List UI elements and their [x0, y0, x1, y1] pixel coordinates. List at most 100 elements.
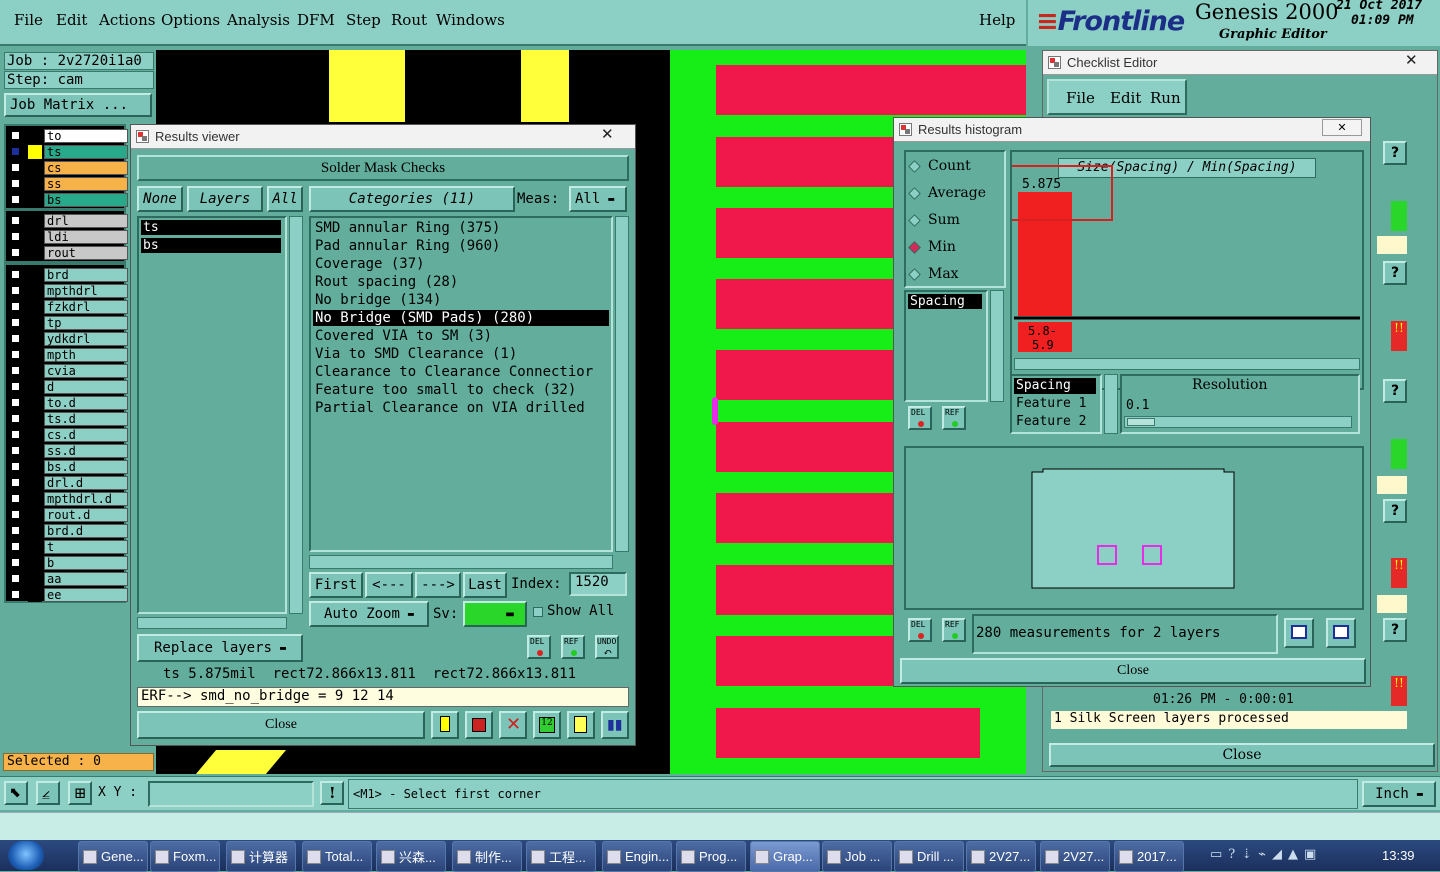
histogram-tool-button[interactable]: ▮▮: [601, 711, 629, 739]
menu-actions[interactable]: Actions: [99, 11, 155, 29]
histogram-ref-button[interactable]: REF: [942, 406, 966, 430]
layer-checkbox[interactable]: [10, 285, 21, 296]
layer-checkbox[interactable]: [10, 146, 21, 157]
layer-row-ts.d[interactable]: ts.d: [10, 411, 128, 426]
taskbar-item[interactable]: Gene...: [78, 841, 148, 872]
layer-checkbox[interactable]: [10, 381, 21, 392]
category-list[interactable]: SMD annular Ring (375) Pad annular Ring (…: [309, 216, 613, 552]
auto-zoom-select[interactable]: Auto Zoom ▬: [309, 601, 429, 627]
taskbar-item[interactable]: 工程...: [526, 841, 596, 872]
layer-checkbox[interactable]: [10, 429, 21, 440]
help-button[interactable]: ?: [1383, 379, 1407, 403]
start-button[interactable]: [8, 841, 44, 870]
taskbar-item[interactable]: 2017...: [1114, 841, 1184, 872]
layer-checkbox[interactable]: [10, 231, 21, 242]
layer-row-bs.d[interactable]: bs.d: [10, 459, 128, 474]
category-item[interactable]: No bridge (134): [313, 292, 609, 308]
mode-radio-min[interactable]: Min: [908, 239, 956, 255]
param-item[interactable]: Spacing: [1014, 378, 1096, 394]
mode-radio-average[interactable]: Average: [908, 185, 986, 201]
layer-name[interactable]: fzkdrl: [44, 299, 128, 314]
layer-row-tp[interactable]: tp: [10, 315, 128, 330]
layer-name[interactable]: ee: [44, 587, 128, 602]
layer-checkbox[interactable]: [10, 445, 21, 456]
layer-row-rout[interactable]: rout: [10, 245, 128, 260]
layer-row-aa[interactable]: aa: [10, 571, 128, 586]
layer-checkbox[interactable]: [10, 461, 21, 472]
next-button[interactable]: --->: [415, 572, 461, 598]
del-button[interactable]: DEL: [527, 635, 551, 659]
layer-name[interactable]: t: [44, 539, 128, 554]
help-button[interactable]: ?: [1383, 141, 1407, 165]
categories-button[interactable]: Categories (11): [309, 186, 515, 212]
last-button[interactable]: Last: [463, 572, 507, 598]
layer-name[interactable]: d: [44, 379, 128, 394]
layer-name[interactable]: to: [44, 128, 128, 143]
histogram-bar[interactable]: [1018, 192, 1072, 316]
layer-name[interactable]: rout.d: [44, 507, 128, 522]
taskbar-item[interactable]: 2V27...: [966, 841, 1036, 872]
layer-name[interactable]: ss.d: [44, 443, 128, 458]
slider-thumb[interactable]: [1127, 418, 1155, 426]
layer-row-b[interactable]: b: [10, 555, 128, 570]
menu-dfm[interactable]: DFM: [297, 11, 335, 29]
layer-name[interactable]: cs: [44, 160, 128, 175]
layer-list[interactable]: ts bs: [137, 216, 287, 614]
results-close-button[interactable]: Close: [137, 711, 425, 739]
category-item[interactable]: Coverage (37): [313, 256, 609, 272]
none-button[interactable]: None: [137, 186, 183, 212]
layer-checkbox[interactable]: [10, 573, 21, 584]
menu-file[interactable]: File: [14, 11, 43, 29]
layer-checkbox[interactable]: [10, 317, 21, 328]
layer-name[interactable]: cs.d: [44, 427, 128, 442]
menu-step[interactable]: Step: [346, 11, 381, 29]
layer-row-d[interactable]: d: [10, 379, 128, 394]
category-item[interactable]: Via to SMD Clearance (1): [313, 346, 609, 362]
menu-edit[interactable]: Edit: [56, 11, 87, 29]
layer-name[interactable]: mpthdrl.d: [44, 491, 128, 506]
layer-checkbox[interactable]: [10, 178, 21, 189]
layer-row-brd.d[interactable]: brd.d: [10, 523, 128, 538]
category-item[interactable]: Rout spacing (28): [313, 274, 609, 290]
layer-row-cs.d[interactable]: cs.d: [10, 427, 128, 442]
layer-name[interactable]: ts: [44, 144, 128, 159]
layer-checkbox[interactable]: [10, 589, 21, 600]
spacing-list[interactable]: Spacing: [904, 290, 988, 402]
checklist-menu-edit[interactable]: Edit: [1110, 89, 1141, 107]
category-item[interactable]: Pad annular Ring (960): [313, 238, 609, 254]
layer-checkbox[interactable]: [10, 525, 21, 536]
taskbar-item[interactable]: 计算器: [226, 841, 296, 872]
layer-name[interactable]: brd: [44, 267, 128, 282]
menu-help[interactable]: Help: [979, 11, 1015, 29]
category-list-hscroll[interactable]: [309, 555, 613, 569]
layer-row-ldi[interactable]: ldi: [10, 229, 128, 244]
layer-checkbox[interactable]: [10, 365, 21, 376]
layer-checkbox[interactable]: [10, 333, 21, 344]
checklist-menu-run[interactable]: Run: [1150, 89, 1181, 107]
layer-row-ts[interactable]: ts: [10, 144, 128, 159]
menu-options[interactable]: Options: [161, 11, 220, 29]
layer-checkbox[interactable]: [10, 349, 21, 360]
layer-row-t[interactable]: t: [10, 539, 128, 554]
result-layer-item[interactable]: bs: [141, 238, 281, 253]
layer-name[interactable]: b: [44, 555, 128, 570]
undo-button[interactable]: UNDO ↶: [595, 635, 619, 659]
mode-radio-max[interactable]: Max: [908, 266, 959, 282]
menu-analysis[interactable]: Analysis: [227, 11, 290, 29]
layer-name[interactable]: cvia: [44, 363, 128, 378]
units-select[interactable]: Inch ▬: [1362, 781, 1436, 807]
jump-tool-button[interactable]: [465, 711, 493, 739]
taskbar-item[interactable]: Total...: [302, 841, 372, 872]
layer-row-bs[interactable]: bs: [10, 192, 128, 207]
help-button[interactable]: ?: [1383, 618, 1407, 642]
layer-name[interactable]: ts.d: [44, 411, 128, 426]
close-icon[interactable]: ✕: [601, 125, 614, 143]
layer-row-fzkdrl[interactable]: fzkdrl: [10, 299, 128, 314]
layer-name[interactable]: mpthdrl: [44, 283, 128, 298]
mode-radio-sum[interactable]: Sum: [908, 212, 960, 228]
category-item[interactable]: Feature too small to check (32): [313, 382, 609, 398]
first-button[interactable]: First: [309, 572, 363, 598]
layer-checkbox[interactable]: [10, 162, 21, 173]
export-left-button[interactable]: [1284, 618, 1314, 648]
menu-windows[interactable]: Windows: [436, 11, 505, 29]
